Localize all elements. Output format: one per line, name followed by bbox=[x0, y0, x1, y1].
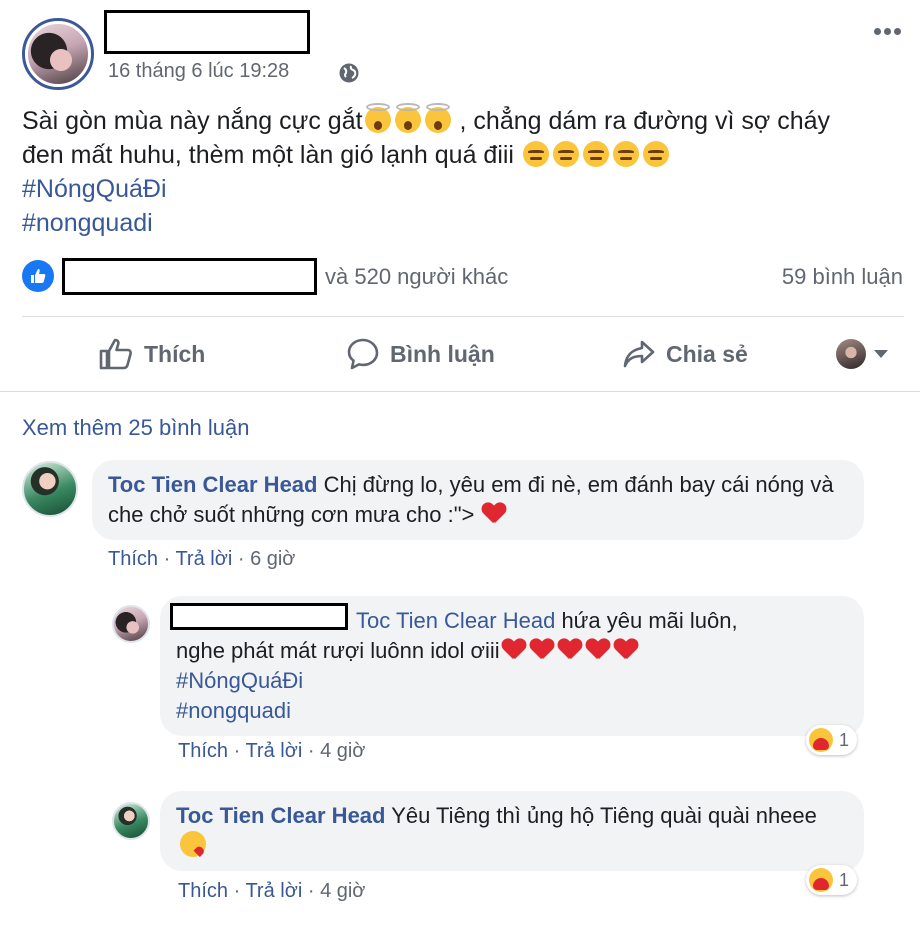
hashtag-link[interactable]: #NóngQuáĐi bbox=[22, 172, 902, 206]
relieved-emoji-icon bbox=[612, 141, 639, 167]
comment-reaction-badge[interactable]: 1 bbox=[806, 865, 858, 895]
heart-emoji-icon bbox=[614, 639, 638, 661]
heart-emoji-icon bbox=[586, 639, 610, 661]
comment-bubble-icon bbox=[347, 338, 379, 370]
hashtag-link[interactable]: #nongquadi bbox=[22, 206, 902, 240]
heart-emoji-icon bbox=[482, 503, 506, 525]
redacted-reply-author-name bbox=[170, 603, 348, 630]
reply-bubble: Toc Tien Clear Head Yêu Tiêng thì ủng hộ… bbox=[160, 791, 864, 871]
comment-reaction-badge[interactable]: 1 bbox=[806, 725, 858, 755]
care-reaction-icon bbox=[809, 868, 833, 892]
hashtag-link[interactable]: #NóngQuáĐi bbox=[176, 666, 848, 696]
comment-like-link[interactable]: Thích bbox=[108, 548, 158, 570]
reactions-count-text[interactable]: và 520 người khác bbox=[325, 264, 508, 290]
shocked-emoji-icon bbox=[364, 103, 391, 133]
heart-emoji-icon bbox=[558, 639, 582, 661]
redacted-reactor-names bbox=[62, 258, 317, 295]
reply-reply-link[interactable]: Trả lời bbox=[245, 880, 302, 902]
care-reaction-icon bbox=[809, 728, 833, 752]
reply-author-avatar[interactable] bbox=[112, 605, 150, 643]
divider bbox=[0, 391, 920, 392]
reply-like-link[interactable]: Thích bbox=[178, 740, 228, 762]
chevron-down-icon[interactable] bbox=[874, 350, 888, 358]
audience-avatar[interactable] bbox=[836, 339, 866, 369]
kissing-heart-emoji-icon bbox=[180, 831, 206, 857]
comment-reply-link[interactable]: Trả lời bbox=[175, 548, 232, 570]
comment-bubble: Toc Tien Clear Head Chị đừng lo, yêu em … bbox=[92, 460, 864, 540]
globe-icon bbox=[339, 63, 359, 83]
hashtag-link[interactable]: #nongquadi bbox=[176, 696, 848, 726]
comment-button[interactable]: Bình luận bbox=[346, 336, 495, 372]
like-reaction-icon[interactable] bbox=[22, 260, 54, 292]
comment-meta: Thích · Trả lời · 6 giờ bbox=[108, 548, 296, 570]
heart-emoji-icon bbox=[530, 639, 554, 661]
relieved-emoji-icon bbox=[522, 141, 549, 167]
reply-like-link[interactable]: Thích bbox=[178, 880, 228, 902]
see-more-comments-link[interactable]: Xem thêm 25 bình luận bbox=[22, 415, 249, 441]
commenter-name-link[interactable]: Toc Tien Clear Head bbox=[108, 472, 317, 497]
share-button[interactable]: Chia sẻ bbox=[622, 336, 748, 372]
share-arrow-icon bbox=[623, 340, 655, 368]
relieved-emoji-icon bbox=[642, 141, 669, 167]
thumbs-up-icon bbox=[99, 338, 132, 370]
commenter-avatar[interactable] bbox=[22, 461, 78, 517]
tagged-name-link[interactable]: Toc Tien Clear Head bbox=[356, 608, 555, 633]
relieved-emoji-icon bbox=[582, 141, 609, 167]
relieved-emoji-icon bbox=[552, 141, 579, 167]
shocked-emoji-icon bbox=[424, 103, 451, 133]
redacted-author-name bbox=[104, 10, 310, 54]
heart-emoji-icon bbox=[502, 639, 526, 661]
commenter-name-link[interactable]: Toc Tien Clear Head bbox=[176, 803, 385, 828]
reply-author-avatar[interactable] bbox=[112, 802, 150, 840]
more-options-icon[interactable] bbox=[874, 22, 908, 42]
post-text: Sài gòn mùa này nắng cực gắt , chẳng dám… bbox=[22, 103, 902, 240]
reply-reply-link[interactable]: Trả lời bbox=[245, 740, 302, 762]
divider bbox=[22, 316, 904, 317]
reply-meta: Thích · Trả lời · 4 giờ bbox=[178, 740, 366, 762]
reply-meta: Thích · Trả lời · 4 giờ bbox=[178, 880, 366, 902]
post-author-avatar[interactable] bbox=[22, 18, 94, 90]
like-button[interactable]: Thích bbox=[98, 336, 205, 372]
shocked-emoji-icon bbox=[394, 103, 421, 133]
post-timestamp[interactable]: 16 tháng 6 lúc 19:28 bbox=[108, 60, 289, 83]
comment-count[interactable]: 59 bình luận bbox=[782, 264, 903, 290]
